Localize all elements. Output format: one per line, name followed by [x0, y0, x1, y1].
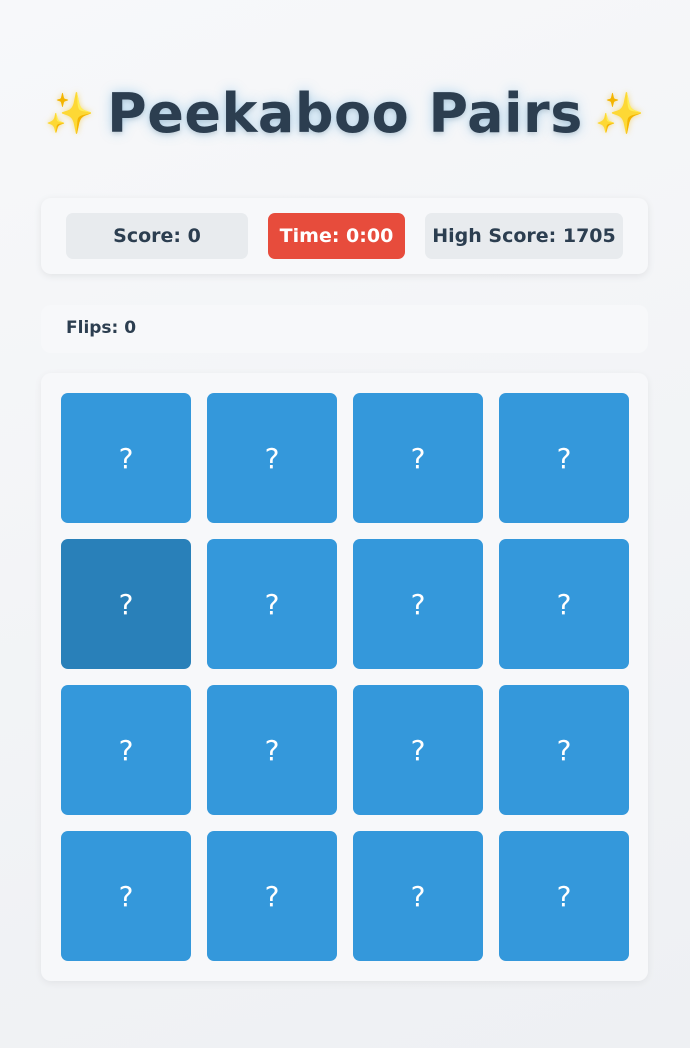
high-score-display: High Score: 1705	[425, 213, 623, 259]
memory-card[interactable]: ?	[353, 831, 483, 961]
memory-card[interactable]: ?	[207, 685, 337, 815]
sparkle-icon: ✨	[594, 91, 646, 138]
memory-card[interactable]: ?	[207, 393, 337, 523]
memory-card[interactable]: ?	[499, 393, 629, 523]
memory-card[interactable]: ?	[61, 539, 191, 669]
memory-card[interactable]: ?	[353, 685, 483, 815]
game-title: ✨ Peekaboo Pairs ✨	[0, 82, 690, 145]
memory-card[interactable]: ?	[61, 393, 191, 523]
game-board: ????????????????	[41, 373, 648, 981]
sparkle-icon: ✨	[44, 91, 96, 138]
timer-display: Time: 0:00	[268, 213, 405, 259]
card-grid: ????????????????	[61, 393, 629, 961]
stats-panel: Score: 0 Time: 0:00 High Score: 1705	[41, 198, 648, 274]
memory-card[interactable]: ?	[61, 831, 191, 961]
flips-counter: Flips: 0	[66, 318, 137, 338]
flips-panel: Flips: 0	[41, 305, 648, 353]
memory-card[interactable]: ?	[207, 831, 337, 961]
score-display: Score: 0	[66, 213, 248, 259]
memory-card[interactable]: ?	[499, 685, 629, 815]
memory-card[interactable]: ?	[499, 539, 629, 669]
memory-card[interactable]: ?	[207, 539, 337, 669]
title-text: Peekaboo Pairs	[107, 82, 583, 146]
memory-card[interactable]: ?	[353, 393, 483, 523]
memory-card[interactable]: ?	[499, 831, 629, 961]
memory-card[interactable]: ?	[353, 539, 483, 669]
memory-card[interactable]: ?	[61, 685, 191, 815]
